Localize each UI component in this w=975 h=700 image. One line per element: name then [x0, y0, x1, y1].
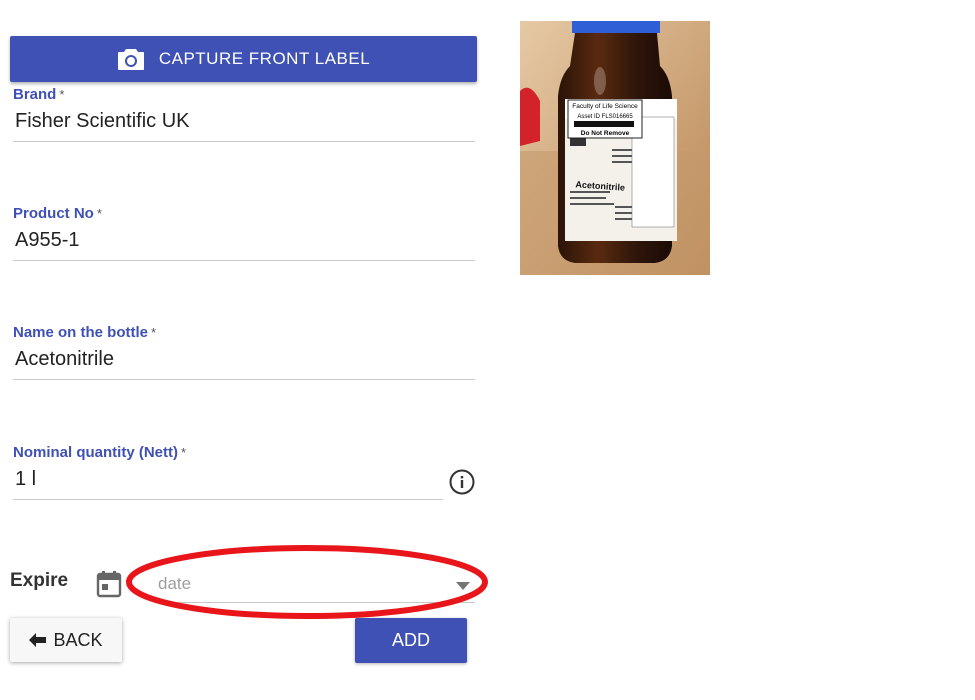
- product-no-label: Product No *: [13, 205, 102, 222]
- expire-label: Expire: [10, 570, 69, 591]
- nominal-quantity-field-group: Nominal quantity (Nett) *: [13, 444, 475, 500]
- photo-label-line-3: Do Not Remove: [581, 130, 630, 137]
- camera-icon: [117, 47, 145, 71]
- add-button[interactable]: ADD: [355, 618, 467, 663]
- name-on-bottle-label: Name on the bottle *: [13, 324, 157, 341]
- capture-button-label: CAPTURE FRONT LABEL: [158, 49, 371, 68]
- back-button-label: BACK: [53, 629, 103, 650]
- name-on-bottle-field-group: Name on the bottle *: [13, 324, 475, 380]
- add-button-label: ADD: [391, 630, 430, 650]
- nominal-quantity-input[interactable]: [13, 462, 443, 500]
- brand-input[interactable]: [13, 104, 475, 142]
- name-on-bottle-input[interactable]: [13, 342, 475, 380]
- back-button[interactable]: BACK: [10, 618, 122, 662]
- brand-field-group: Brand *: [13, 86, 475, 142]
- chevron-down-icon: [455, 578, 471, 596]
- product-no-field-group: Product No *: [13, 205, 475, 261]
- expire-date-placeholder: date: [158, 574, 192, 593]
- bottle-photo: Faculty of Life Science Asset ID FLS0166…: [520, 21, 710, 275]
- capture-front-label-button[interactable]: CAPTURE FRONT LABEL: [10, 36, 477, 82]
- photo-label-line-2: Asset ID FLS016665: [577, 114, 633, 120]
- arrow-left-icon: [29, 633, 47, 647]
- photo-label-line-1: Faculty of Life Science: [572, 103, 638, 110]
- info-icon[interactable]: [449, 469, 475, 500]
- nominal-quantity-label: Nominal quantity (Nett) *: [13, 444, 187, 461]
- calendar-icon[interactable]: [96, 570, 122, 603]
- expire-date-select[interactable]: date: [157, 568, 475, 603]
- product-no-input[interactable]: [13, 223, 475, 261]
- brand-label: Brand *: [13, 86, 65, 103]
